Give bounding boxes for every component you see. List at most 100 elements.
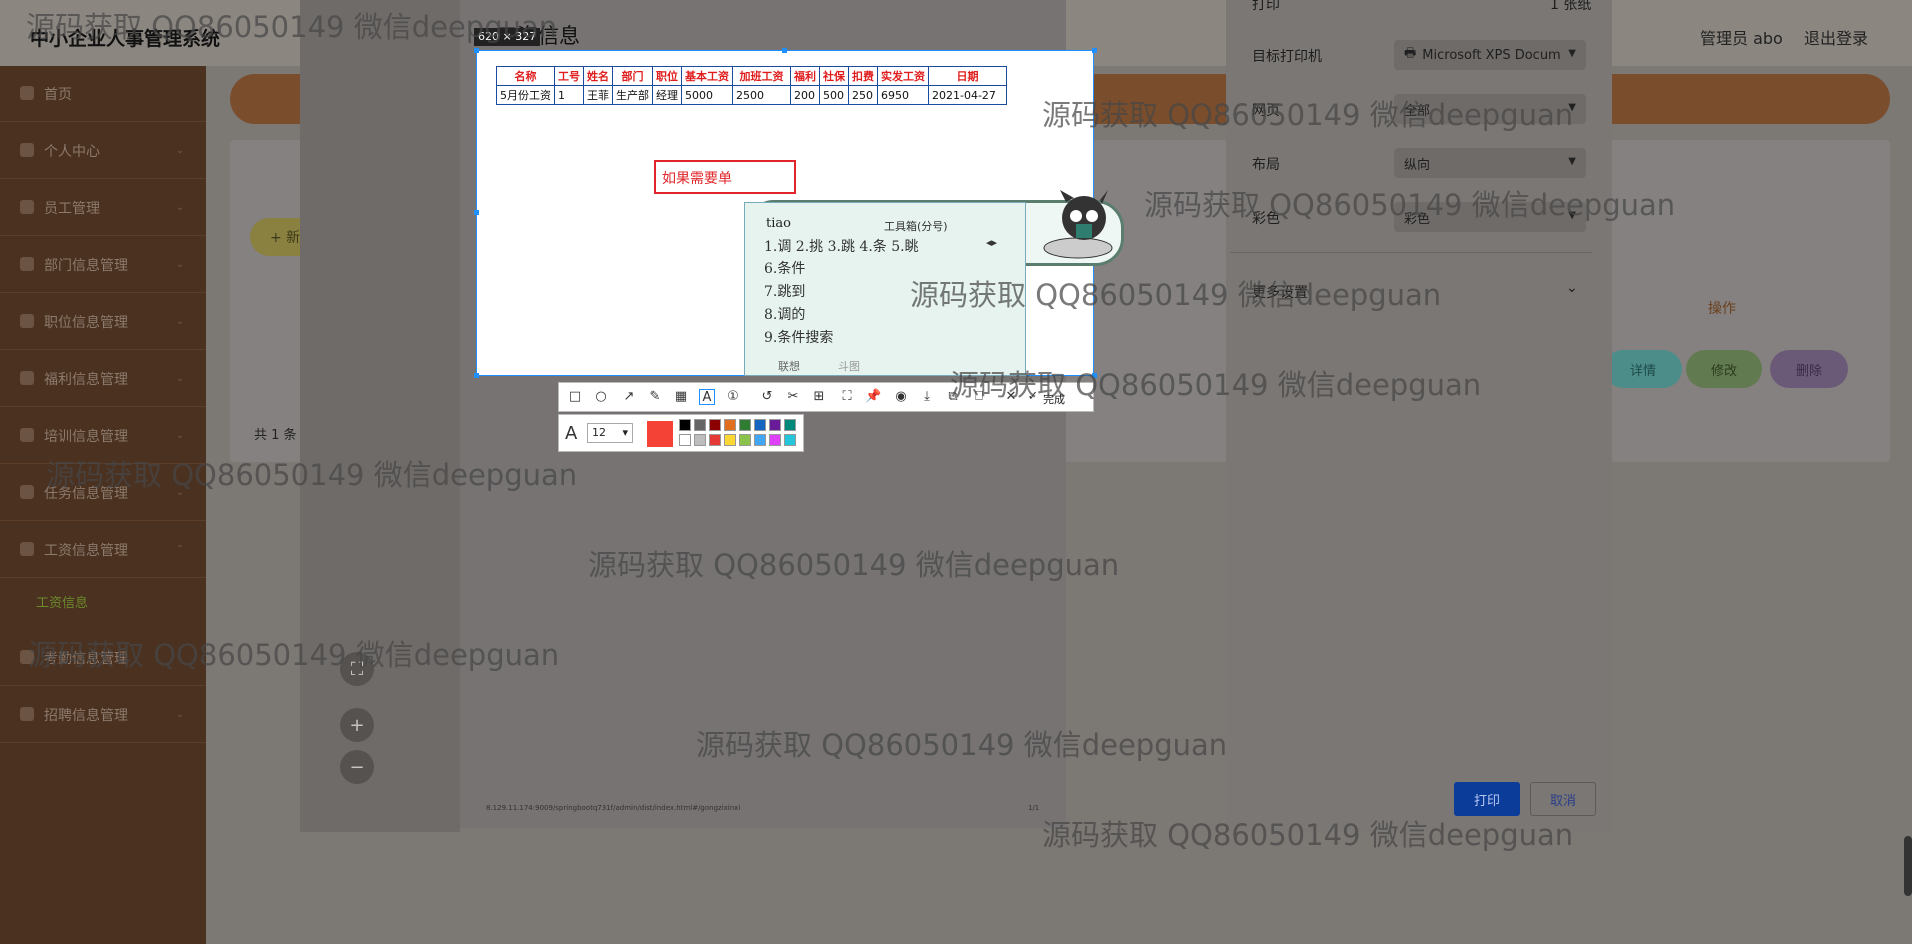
task-icon xyxy=(20,485,34,499)
sidebar-item-employees[interactable]: 员工管理 ⌄ xyxy=(0,180,206,236)
table-row: 5月份工资 1 王菲 生产部 经理 5000 2500 200 500 250 … xyxy=(496,85,1007,105)
watermark: 源码获取 QQ86050149 微信deepguan xyxy=(950,368,1482,402)
color-swatch[interactable] xyxy=(724,434,736,446)
chevron-up-icon: ⌃ xyxy=(175,544,184,555)
logout-link[interactable]: 退出登录 xyxy=(1804,25,1868,49)
color-swatch[interactable] xyxy=(754,419,766,431)
sidebar-item-label: 员工管理 xyxy=(44,200,100,217)
font-size-select[interactable]: 12 ▾ xyxy=(587,423,633,443)
current-color-swatch[interactable] xyxy=(647,421,673,447)
ime-association-tab[interactable]: 联想 xyxy=(778,358,800,374)
sidebar-subitem-salary-info[interactable]: 工资信息 xyxy=(36,592,88,611)
cancel-button[interactable]: 取消 xyxy=(1530,782,1596,816)
column-header: 加班工资 xyxy=(732,66,791,86)
color-swatch[interactable] xyxy=(754,434,766,446)
color-swatch[interactable] xyxy=(784,434,796,446)
table-cell: 经理 xyxy=(652,85,682,105)
sidebar-item-recruit[interactable]: 招聘信息管理 ⌄ xyxy=(0,687,206,743)
watermark: 源码获取 QQ86050149 微信deepguan xyxy=(28,638,560,672)
resize-handle[interactable] xyxy=(474,210,479,215)
column-header: 实发工资 xyxy=(877,66,929,86)
resize-handle[interactable] xyxy=(474,373,479,378)
number-icon[interactable]: ① xyxy=(725,389,741,405)
color-swatch[interactable] xyxy=(724,419,736,431)
color-swatch[interactable] xyxy=(739,419,751,431)
user-icon xyxy=(20,143,34,157)
table-cell: 2500 xyxy=(732,85,791,105)
sidebar-item-positions[interactable]: 职位信息管理 ⌄ xyxy=(0,294,206,350)
record-icon[interactable]: ◉ xyxy=(893,389,909,405)
ime-pinyin: tiao xyxy=(766,216,791,231)
sidebar-item-label: 工资信息管理 xyxy=(44,542,128,559)
target-printer-select[interactable]: 🖶 Microsoft XPS Docum ▼ xyxy=(1394,40,1586,70)
color-swatch[interactable] xyxy=(679,419,691,431)
resize-handle[interactable] xyxy=(1092,48,1097,53)
ime-toolbox[interactable]: 工具箱(分号) xyxy=(884,218,948,234)
chevron-down-icon: ▼ xyxy=(1568,48,1576,59)
sidebar-item-welfare[interactable]: 福利信息管理 ⌄ xyxy=(0,351,206,407)
sidebar-item-home[interactable]: 首页 xyxy=(0,66,206,122)
chevron-down-icon: ⌄ xyxy=(175,259,184,270)
zoom-in-icon[interactable]: + xyxy=(340,708,374,742)
pin-icon[interactable]: 📌 xyxy=(865,389,881,405)
table-cell: 5月份工资 xyxy=(496,85,555,105)
color-swatch[interactable] xyxy=(679,434,691,446)
pen-icon[interactable]: ✎ xyxy=(647,389,663,405)
resize-handle[interactable] xyxy=(474,48,479,53)
layout-select[interactable]: 纵向 ▼ xyxy=(1394,148,1586,178)
sidebar-item-label: 招聘信息管理 xyxy=(44,707,128,724)
scrollbar[interactable] xyxy=(1904,836,1912,896)
ime-candidate[interactable]: 8.调的 xyxy=(764,304,805,324)
table-header-row: 名称 工号 姓名 部门 职位 基本工资 加班工资 福利 社保 扣费 实发工资 日… xyxy=(496,66,1007,86)
ellipse-icon[interactable]: ○ xyxy=(593,389,609,405)
edit-button[interactable]: 修改 xyxy=(1686,350,1762,388)
zoom-out-icon[interactable]: − xyxy=(340,750,374,784)
delete-button[interactable]: 删除 xyxy=(1770,350,1848,388)
watermark: 源码获取 QQ86050149 微信deepguan xyxy=(1042,818,1574,852)
ime-candidates-row[interactable]: 1.调 2.挑 3.跳 4.条 5.眺 xyxy=(764,236,919,256)
color-swatch[interactable] xyxy=(709,434,721,446)
text-icon[interactable]: A xyxy=(699,389,715,405)
table-cell: 1 xyxy=(554,85,584,105)
chevron-down-icon[interactable]: ⌄ xyxy=(1566,280,1578,296)
chevron-down-icon: ▼ xyxy=(1568,156,1576,167)
ime-candidate[interactable]: 6.条件 xyxy=(764,258,805,278)
download-icon[interactable]: ⤓ xyxy=(919,389,935,405)
sidebar-item-label: 首页 xyxy=(44,86,72,103)
print-preview-backdrop xyxy=(300,0,460,832)
detail-button[interactable]: 详情 xyxy=(1604,350,1682,388)
column-header: 工号 xyxy=(554,66,584,86)
ime-sticker-tab[interactable]: 斗图 xyxy=(838,358,860,374)
color-palette xyxy=(679,419,799,449)
watermark: 源码获取 QQ86050149 微信deepguan xyxy=(1144,188,1676,222)
ops-header: 操作 xyxy=(1708,301,1736,317)
mosaic-icon[interactable]: ▦ xyxy=(673,389,689,405)
scan-icon[interactable]: ⛶ xyxy=(839,389,855,405)
color-swatch[interactable] xyxy=(769,434,781,446)
arrow-icon[interactable]: ↗ xyxy=(621,389,637,405)
annotation-text-box[interactable]: 如果需要单 xyxy=(654,160,796,194)
page-arrows-icon[interactable]: ◂▸ xyxy=(986,236,997,249)
color-swatch[interactable] xyxy=(694,419,706,431)
cut-icon[interactable]: ✂ xyxy=(785,389,801,405)
color-swatch[interactable] xyxy=(739,434,751,446)
undo-icon[interactable]: ↺ xyxy=(759,389,775,405)
chevron-down-icon: ⌄ xyxy=(175,202,184,213)
color-swatch[interactable] xyxy=(709,419,721,431)
rectangle-icon[interactable]: □ xyxy=(567,389,583,405)
ocr-icon[interactable]: ⊞ xyxy=(811,389,827,405)
sidebar-item-profile[interactable]: 个人中心 ⌄ xyxy=(0,123,206,179)
watermark: 源码获取 QQ86050149 微信deepguan xyxy=(696,728,1228,762)
sidebar-item-salary[interactable]: 工资信息管理 ⌃ xyxy=(0,522,206,578)
list-icon xyxy=(20,200,34,214)
chevron-down-icon: ⌄ xyxy=(175,145,184,156)
color-swatch[interactable] xyxy=(784,419,796,431)
ime-candidate[interactable]: 9.条件搜索 xyxy=(764,327,833,347)
sidebar-item-label: 职位信息管理 xyxy=(44,314,128,331)
sidebar-item-departments[interactable]: 部门信息管理 ⌄ xyxy=(0,237,206,293)
ime-candidate[interactable]: 7.跳到 xyxy=(764,281,805,301)
print-button[interactable]: 打印 xyxy=(1454,782,1520,816)
color-swatch[interactable] xyxy=(694,434,706,446)
resize-handle[interactable] xyxy=(782,48,787,53)
color-swatch[interactable] xyxy=(769,419,781,431)
